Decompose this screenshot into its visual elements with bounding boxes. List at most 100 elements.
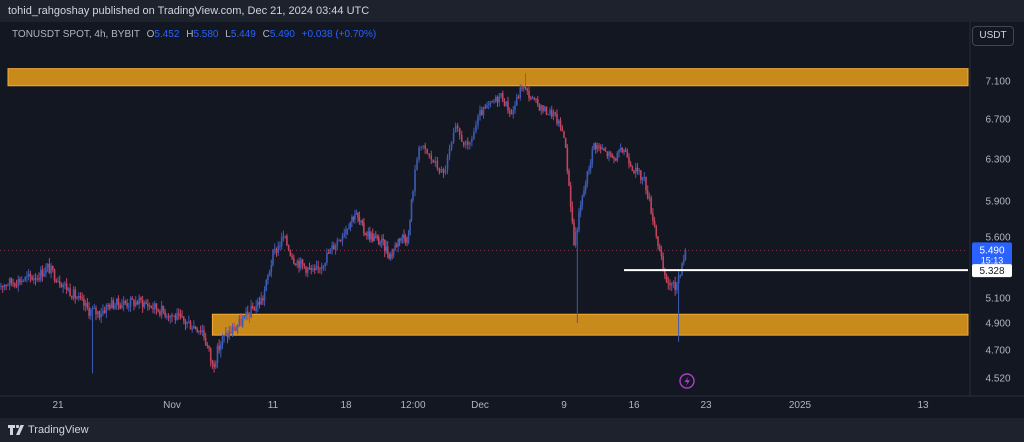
candle-body xyxy=(454,125,457,133)
candle-body xyxy=(652,213,654,221)
candle-body xyxy=(24,276,26,281)
candle-body xyxy=(549,110,551,114)
candle-body xyxy=(167,316,170,318)
candle-body xyxy=(214,362,217,368)
candle-body xyxy=(29,273,32,277)
candle-body xyxy=(236,325,239,328)
currency-button[interactable]: USDT xyxy=(972,26,1014,46)
candle-body xyxy=(514,105,516,111)
candle-body xyxy=(81,297,83,299)
price-axis[interactable]: 7.100 6.700 6.300 5.900 5.600 5.100 4.900 4.700… xyxy=(985,77,1010,385)
candle-body xyxy=(147,303,149,307)
candle-body xyxy=(512,110,515,115)
candle-body xyxy=(366,234,368,236)
time-axis[interactable]: 21 Nov 11 18 12:00 Dec 9 16 23 2025 13 xyxy=(52,400,929,411)
candle-body xyxy=(275,249,278,253)
candle-body xyxy=(448,148,451,157)
candle-body xyxy=(22,280,25,282)
candle-body xyxy=(60,284,63,288)
candle-body xyxy=(280,236,283,246)
candle-body xyxy=(231,326,234,334)
candle-body xyxy=(172,315,175,317)
candle-body xyxy=(310,268,313,270)
candle-body xyxy=(245,311,247,316)
candle-body xyxy=(5,284,7,286)
candle-body xyxy=(301,259,304,265)
candle-body xyxy=(15,285,18,287)
candle-body xyxy=(141,299,144,308)
candle-body xyxy=(574,232,577,246)
candle-body xyxy=(667,282,670,284)
candle-body xyxy=(282,236,285,238)
candle-body xyxy=(159,311,161,316)
candle-body xyxy=(522,86,525,89)
candle-body xyxy=(3,284,6,288)
candle-body xyxy=(573,221,575,246)
candle-body xyxy=(631,166,634,171)
legend-close-label: C xyxy=(262,29,270,40)
chart-area[interactable]: 7.100 6.700 6.300 5.900 5.600 5.100 4.900 4.700… xyxy=(0,22,1024,418)
candle-body xyxy=(380,238,383,243)
tradingview-logo-icon xyxy=(8,424,24,435)
candle-body xyxy=(265,279,268,291)
candle-body xyxy=(216,345,219,363)
candle-body xyxy=(418,147,420,160)
legend-symbol: TONUSDT SPOT, 4h, BYBIT xyxy=(12,29,140,40)
candle-body xyxy=(69,288,71,297)
candle-body xyxy=(643,177,646,179)
candle-body xyxy=(90,309,92,316)
candle-body xyxy=(186,322,188,325)
candle-body xyxy=(628,157,630,164)
time-tick-label: 16 xyxy=(628,400,640,411)
candle-body xyxy=(438,168,441,173)
candle-body xyxy=(464,141,467,146)
candle-body xyxy=(376,236,379,238)
candle-body xyxy=(67,288,70,290)
candle-body xyxy=(660,250,663,257)
candle-body xyxy=(598,145,600,147)
candle-body xyxy=(257,301,259,307)
candle-body xyxy=(26,276,28,278)
candle-body xyxy=(589,162,592,169)
candle-body xyxy=(327,252,330,254)
candle-body xyxy=(385,246,387,252)
candle-body xyxy=(563,131,565,138)
price-tags: 5.490 15:13 5.328 xyxy=(972,242,1012,278)
candle-body xyxy=(528,90,530,99)
candle-body xyxy=(71,296,73,299)
candle-body xyxy=(162,305,165,312)
candle-body xyxy=(424,145,426,149)
candle-body xyxy=(55,280,58,282)
candle-body xyxy=(388,254,390,259)
candle-body xyxy=(400,238,402,241)
candle-body xyxy=(331,245,333,249)
candle-body xyxy=(112,300,115,309)
candle-body xyxy=(669,283,671,286)
candle-body xyxy=(182,316,185,321)
candle-body xyxy=(171,315,173,317)
candle-body xyxy=(679,274,682,277)
candle-body xyxy=(188,321,190,323)
candle-body xyxy=(303,264,306,267)
candle-body xyxy=(240,318,242,326)
candle-body xyxy=(336,240,339,246)
time-tick-label: 9 xyxy=(561,400,567,411)
candle-body xyxy=(12,283,14,285)
candle-body xyxy=(526,88,529,91)
candle-body xyxy=(20,280,23,283)
candle-body xyxy=(17,279,20,286)
price-chart[interactable]: 7.100 6.700 6.300 5.900 5.600 5.100 4.900 4.700… xyxy=(0,22,1024,418)
replay-icon[interactable] xyxy=(679,373,695,389)
candle-body xyxy=(107,305,109,307)
candle-body xyxy=(196,328,199,333)
candle-body xyxy=(409,220,411,236)
candle-body xyxy=(27,273,30,277)
candle-body xyxy=(191,328,193,330)
candle-body xyxy=(414,169,416,192)
candle-body xyxy=(273,249,276,251)
candle-body xyxy=(524,86,527,89)
candle-body xyxy=(199,330,202,332)
candle-body xyxy=(571,206,574,222)
candle-body xyxy=(291,255,293,259)
candle-body xyxy=(636,167,639,172)
